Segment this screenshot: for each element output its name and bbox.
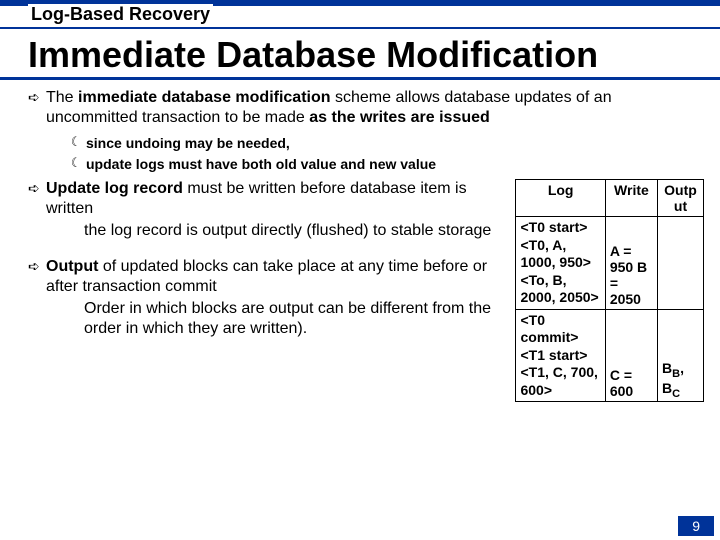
example-table: Log Write Outp ut <T0 start> <T0, A, 100… [515, 179, 704, 402]
log-line: <T0 start> [520, 219, 600, 237]
text: The [46, 89, 78, 106]
cell-write: A = 950 B = 2050 [605, 217, 657, 310]
table-header-row: Log Write Outp ut [516, 180, 704, 217]
log-line: <T1 start> [520, 347, 600, 365]
cell-write: C = 600 [605, 309, 657, 402]
content-area: The immediate database modification sche… [28, 88, 704, 532]
text: of updated blocks can take place at any … [46, 258, 487, 295]
col-header-write: Write [605, 180, 657, 217]
cell-log: <T0 start> <T0, A, 1000, 950> <To, B, 20… [516, 217, 605, 310]
divider [0, 77, 720, 80]
sub-text: Order in which blocks are output can be … [46, 299, 509, 339]
subscript: B [672, 368, 680, 380]
two-column-row: Update log record must be written before… [28, 179, 704, 402]
text-bold: immediate database modification [78, 89, 331, 106]
slide-title: Immediate Database Modification [28, 34, 598, 76]
bullet-item: Update log record must be written before… [28, 179, 509, 241]
cell-output [658, 217, 704, 310]
page-number: 9 [678, 516, 714, 536]
title-band-right [660, 29, 720, 77]
log-line: <T0, A, 1000, 950> [520, 237, 600, 272]
sub-bullet-item: since undoing may be needed, [28, 134, 704, 152]
col-header-log: Log [516, 180, 605, 217]
table-row: <T0 commit> <T1 start> <T1, C, 700, 600>… [516, 309, 704, 402]
bullet-item: The immediate database modification sche… [28, 88, 704, 128]
cell-log: <T0 commit> <T1 start> <T1, C, 700, 600> [516, 309, 605, 402]
col-header-output: Outp ut [658, 180, 704, 217]
log-line: <T0 commit> [520, 312, 600, 347]
left-column: Update log record must be written before… [28, 179, 509, 355]
section-heading: Log-Based Recovery [28, 4, 213, 25]
log-line: <To, B, 2000, 2050> [520, 272, 600, 307]
sub-bullet-item: update logs must have both old value and… [28, 155, 704, 173]
text-bold: Update log record [46, 180, 183, 197]
text: B [662, 360, 672, 376]
subscript: C [672, 387, 680, 399]
table-row: <T0 start> <T0, A, 1000, 950> <To, B, 20… [516, 217, 704, 310]
slide: Log-Based Recovery Immediate Database Mo… [0, 0, 720, 540]
bullet-item: Output of updated blocks can take place … [28, 257, 509, 339]
text-bold: as the writes are issued [309, 109, 490, 126]
cell-output: BB, BC [658, 309, 704, 402]
text-bold: Output [46, 258, 98, 275]
divider [0, 27, 720, 29]
log-line: <T1, C, 700, 600> [520, 364, 600, 399]
sub-text: the log record is output directly (flush… [46, 221, 509, 241]
